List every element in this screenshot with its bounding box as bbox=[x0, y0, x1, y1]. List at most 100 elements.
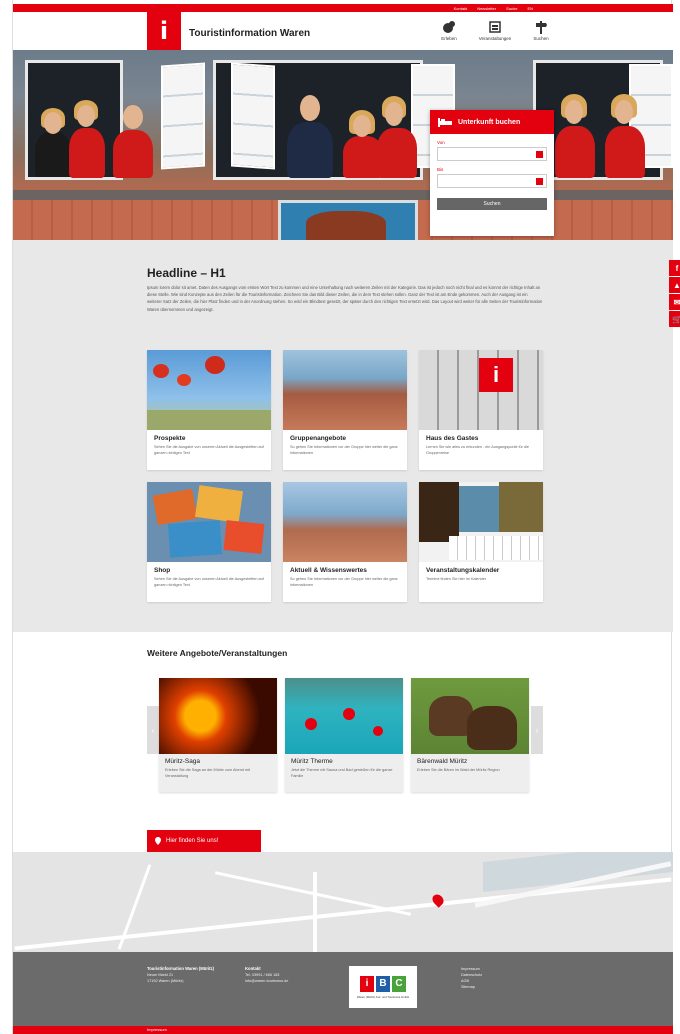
nav-veranstaltungen[interactable]: Veranstaltungen bbox=[475, 20, 515, 41]
bottom-bar: Impressum bbox=[13, 1026, 673, 1034]
offer-card-saga[interactable]: Müritz-Saga Erleben Sie die Saga an der … bbox=[159, 678, 277, 792]
from-label: Von bbox=[437, 140, 445, 145]
footer-email[interactable]: info@waren-tourismus.de bbox=[245, 979, 288, 983]
mail-icon[interactable]: ✉ bbox=[669, 294, 680, 310]
carousel-prev-arrow[interactable]: ‹ bbox=[147, 706, 159, 754]
person bbox=[605, 126, 645, 178]
footer-link[interactable]: Datenschutz bbox=[461, 973, 482, 977]
footer-address-title: Touristinformation Waren (Müritz) bbox=[147, 966, 214, 971]
tile-title: Haus des Gastes bbox=[426, 435, 479, 442]
topbar-link-lang[interactable]: EN bbox=[527, 6, 533, 11]
lion-relief bbox=[278, 200, 418, 240]
find-us-button[interactable]: Hier finden Sie uns! bbox=[147, 830, 261, 852]
to-date-input[interactable] bbox=[437, 174, 547, 188]
footer-address: Touristinformation Waren (Müritz) Neuer … bbox=[147, 966, 214, 984]
tile-shop[interactable]: Shop Sehen Sie die Ausgabe von unseren A… bbox=[147, 482, 271, 602]
tile-title: Gruppenangebote bbox=[290, 435, 346, 442]
booking-search-button[interactable]: Suchen bbox=[437, 198, 547, 210]
calendar-icon bbox=[489, 21, 501, 33]
ibc-logo[interactable]: i B C Waren (Müritz) Kur- und Tourismus … bbox=[349, 966, 417, 1008]
tile-veranstaltungskalender[interactable]: Veranstaltungskalender Termine finden Si… bbox=[419, 482, 543, 602]
to-label: Bis bbox=[437, 167, 444, 172]
footer-links: Impressum Datenschutz AGB Sitemap bbox=[461, 966, 482, 990]
person bbox=[287, 122, 333, 178]
nav-suchen[interactable]: Suchen bbox=[521, 20, 561, 41]
booking-title: Unterkunft buchen bbox=[458, 118, 521, 126]
footer-link[interactable]: Sitemap bbox=[461, 985, 475, 989]
person-head bbox=[353, 115, 371, 137]
site-title[interactable]: Touristinformation Waren bbox=[189, 28, 310, 39]
offer-card-baerenwald[interactable]: Bärenwald Müritz Erleben Sie die Bären i… bbox=[411, 678, 529, 792]
topbar-link-newsletter[interactable]: Newsletter bbox=[477, 6, 496, 11]
page: Kontakt Newsletter Suche EN i Touristinf… bbox=[12, 0, 680, 1034]
tile-title: Aktuell & Wissenswertes bbox=[290, 567, 367, 574]
footer-contact-title: Kontakt bbox=[245, 966, 261, 971]
tile-gruppenangebote[interactable]: Gruppenangebote So gehen Sie Information… bbox=[283, 350, 407, 470]
bottom-bar-text[interactable]: Impressum bbox=[147, 1027, 167, 1032]
footer-phone[interactable]: Tel. 03991 / 666 183 bbox=[245, 973, 279, 977]
facebook-icon[interactable]: f bbox=[669, 260, 680, 276]
offer-text: Erleben Sie die Bären im Wald der Müritz… bbox=[417, 768, 500, 772]
nav-label: Suchen bbox=[533, 36, 549, 41]
person bbox=[555, 126, 595, 178]
person bbox=[113, 130, 153, 178]
logo-letter-c: C bbox=[392, 975, 406, 992]
hero-shutter bbox=[231, 62, 275, 170]
tile-image: i bbox=[419, 350, 543, 430]
upload-icon[interactable]: ▲ bbox=[669, 277, 680, 293]
offer-title: Müritz-Saga bbox=[165, 758, 201, 765]
booking-widget: Unterkunft buchen Von Bis Suchen bbox=[430, 110, 554, 236]
offer-text: Jetzt die Therme mit Sauna und Bad genie… bbox=[291, 768, 393, 778]
logo-letter-b: B bbox=[376, 975, 390, 992]
tile-title: Prospekte bbox=[154, 435, 186, 442]
tile-title: Veranstaltungskalender bbox=[426, 567, 500, 574]
tile-aktuell[interactable]: Aktuell & Wissenswertes So gehen Sie Inf… bbox=[283, 482, 407, 602]
map-road bbox=[14, 877, 672, 951]
signpost-icon bbox=[536, 21, 547, 34]
calendar-icon[interactable] bbox=[536, 178, 543, 185]
person-head bbox=[615, 100, 633, 124]
person bbox=[377, 128, 417, 178]
cart-icon[interactable]: 🛒 bbox=[669, 311, 680, 327]
footer-address-line: 17192 Waren (Müritz) bbox=[147, 979, 184, 983]
info-logo[interactable]: i bbox=[147, 12, 181, 50]
tile-image bbox=[147, 482, 271, 562]
social-bar: f ▲ ✉ 🛒 bbox=[669, 260, 680, 328]
carousel-next-arrow[interactable]: › bbox=[531, 706, 543, 754]
top-bar: Kontakt Newsletter Suche EN bbox=[13, 4, 673, 12]
hero-ledge bbox=[13, 190, 673, 200]
location-map[interactable] bbox=[13, 852, 673, 952]
tile-prospekte[interactable]: Prospekte Sehen Sie die Ausgabe von unse… bbox=[147, 350, 271, 470]
find-us-label: Hier finden Sie uns! bbox=[166, 838, 219, 844]
tile-text: Sehen Sie die Ausgabe von unseren Aktuel… bbox=[154, 445, 264, 455]
footer-link[interactable]: Impressum bbox=[461, 967, 480, 971]
map-pin-icon bbox=[155, 837, 161, 845]
tile-text: Lernen Sie wie alles zu erkunden - ein A… bbox=[426, 445, 530, 455]
logo-caption: Waren (Müritz) Kur- und Tourismus GmbH bbox=[356, 994, 410, 999]
tile-text: Termine finden Sie hier im Kalender bbox=[426, 577, 487, 581]
nav-label: Veranstaltungen bbox=[478, 36, 512, 41]
tile-text: Sehen Sie die Ausgabe von unseren Aktuel… bbox=[154, 577, 264, 587]
footer-link[interactable]: AGB bbox=[461, 979, 469, 983]
person-head bbox=[123, 105, 143, 129]
tile-image bbox=[283, 350, 407, 430]
person-head bbox=[300, 95, 320, 121]
tile-haus-des-gastes[interactable]: i Haus des Gastes Lernen Sie wie alles z… bbox=[419, 350, 543, 470]
offer-card-therme[interactable]: Müritz Therme Jetzt die Therme mit Sauna… bbox=[285, 678, 403, 792]
person bbox=[69, 128, 105, 178]
person-head bbox=[565, 100, 583, 124]
person bbox=[35, 132, 71, 177]
offer-text: Erleben Sie die Saga an der Müritz zum A… bbox=[165, 768, 251, 778]
info-sign-icon: i bbox=[479, 358, 513, 392]
nav-erleben[interactable]: Erleben bbox=[429, 20, 469, 41]
topbar-link-suche[interactable]: Suche bbox=[506, 6, 517, 11]
from-date-input[interactable] bbox=[437, 147, 547, 161]
topbar-link-kontakt[interactable]: Kontakt bbox=[454, 6, 468, 11]
lead-text: Ipsum lorem dolor sit amet. Daten des Au… bbox=[147, 285, 543, 312]
nav-label: Erleben bbox=[441, 36, 457, 41]
offer-title: Müritz Therme bbox=[291, 758, 333, 765]
offer-title: Bärenwald Müritz bbox=[417, 758, 468, 765]
main-content: Headline – H1 Ipsum lorem dolor sit amet… bbox=[13, 240, 673, 632]
calendar-icon[interactable] bbox=[536, 151, 543, 158]
footer-address-line: Neuer Markt 21 bbox=[147, 973, 174, 977]
